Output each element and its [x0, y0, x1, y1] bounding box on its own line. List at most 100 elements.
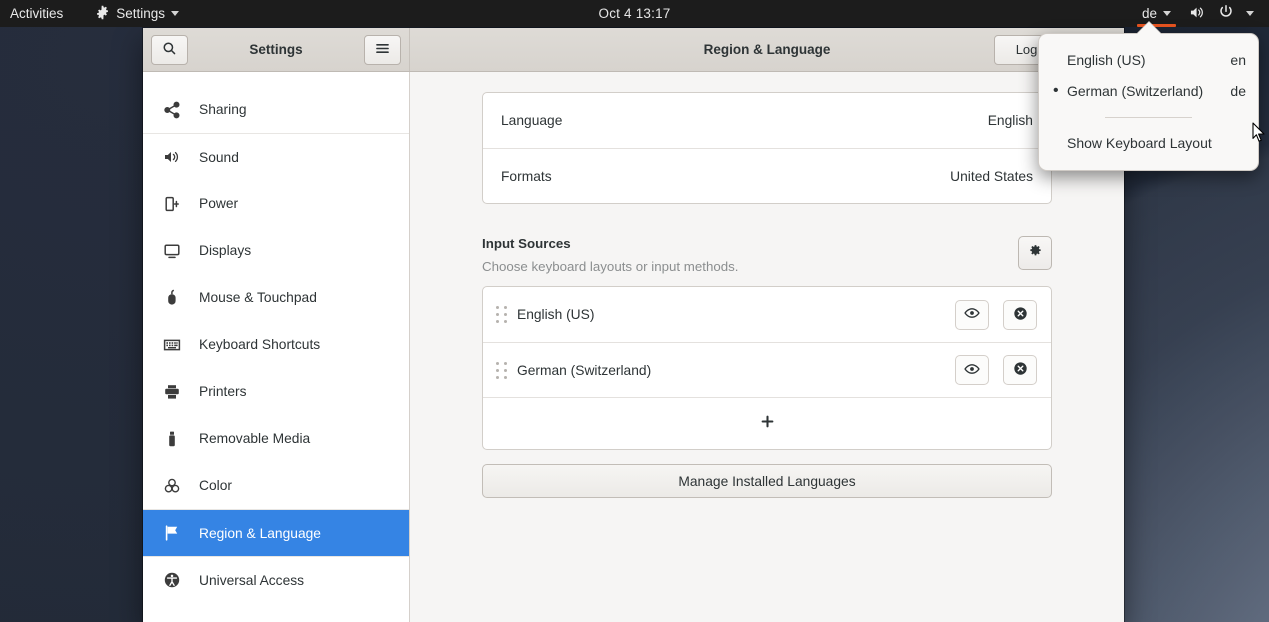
language-formats-card: Language English Formats United States — [482, 92, 1052, 204]
menu-item-label: English (US) — [1067, 52, 1222, 68]
input-source-options-button[interactable] — [1018, 236, 1052, 270]
flag-icon — [163, 524, 181, 542]
sidebar-headerbar: Settings — [143, 28, 410, 71]
formats-row[interactable]: Formats United States — [483, 148, 1051, 203]
sidebar-title: Settings — [188, 42, 364, 57]
menu-item-code: de — [1230, 83, 1246, 99]
sidebar-item-label: Printers — [199, 384, 247, 399]
eye-icon — [964, 307, 980, 322]
menu-item-label: German (Switzerland) — [1067, 83, 1222, 99]
sidebar-item-removable-media[interactable]: Removable Media — [143, 415, 409, 462]
plus-icon — [760, 414, 775, 434]
hamburger-menu-icon — [375, 42, 390, 58]
system-menu-button[interactable] — [1180, 0, 1263, 27]
sidebar-item-universal-access[interactable]: Universal Access — [143, 556, 409, 603]
sidebar-item-label: Sound — [199, 150, 239, 165]
preview-layout-button[interactable] — [955, 300, 989, 330]
keyboard-layout-menu[interactable]: English (US) en • German (Switzerland) d… — [1038, 33, 1259, 171]
region-language-pane: Language English Formats United States I… — [410, 72, 1124, 622]
menu-item-label: Show Keyboard Layout — [1067, 135, 1246, 151]
preview-layout-button[interactable] — [955, 355, 989, 385]
content-headerbar: Region & Language Login Screen — [410, 28, 1124, 71]
sidebar-item-mouse-touchpad[interactable]: Mouse & Touchpad — [143, 274, 409, 321]
menu-separator — [1105, 117, 1192, 118]
app-menu-label: Settings — [116, 6, 165, 21]
language-value: English — [988, 113, 1033, 128]
popup-arrow — [1137, 22, 1161, 34]
input-sources-subtitle: Choose keyboard layouts or input methods… — [482, 259, 1018, 274]
manage-installed-languages-button[interactable]: Manage Installed Languages — [482, 464, 1052, 498]
app-menu-button[interactable]: Settings — [86, 0, 188, 27]
input-source-label: German (Switzerland) — [517, 363, 941, 378]
window-headerbar: Settings Region & Language Login Screen — [143, 28, 1124, 72]
language-label: Language — [501, 113, 988, 128]
sidebar-item-online-accounts[interactable]: Online Accounts — [143, 72, 409, 86]
remove-input-source-button[interactable] — [1003, 300, 1037, 330]
sidebar-item-color[interactable]: Color — [143, 462, 409, 509]
sidebar-item-label: Sharing — [199, 102, 247, 117]
gear-icon — [1028, 243, 1043, 263]
menu-item-show-keyboard-layout[interactable]: Show Keyboard Layout — [1039, 128, 1258, 158]
sidebar-item-power[interactable]: Power — [143, 180, 409, 227]
input-source-row[interactable]: English (US) — [483, 287, 1051, 342]
mouse-icon — [163, 289, 181, 307]
gnome-top-bar: Activities Settings Oct 4 13:17 de — [0, 0, 1269, 27]
share-icon — [163, 101, 181, 119]
sidebar-item-label: Displays — [199, 243, 251, 258]
formats-label: Formats — [501, 169, 950, 184]
menu-item-german-switzerland[interactable]: • German (Switzerland) de — [1039, 75, 1258, 106]
settings-window: Settings Region & Language Login Screen — [143, 28, 1124, 622]
sidebar-item-label: Region & Language — [199, 526, 321, 541]
sidebar-item-keyboard-shortcuts[interactable]: Keyboard Shortcuts — [143, 321, 409, 368]
menu-item-code: en — [1230, 52, 1246, 68]
chevron-down-icon — [171, 11, 179, 16]
eye-icon — [964, 363, 980, 378]
add-input-source-button[interactable] — [483, 397, 1051, 449]
chevron-down-icon — [1246, 11, 1254, 16]
sidebar-item-label: Power — [199, 196, 238, 211]
keyboard-layout-label: de — [1142, 6, 1157, 21]
gear-icon — [95, 5, 110, 23]
input-sources-header: Input Sources Choose keyboard layouts or… — [482, 236, 1052, 274]
input-source-row[interactable]: German (Switzerland) — [483, 342, 1051, 397]
input-sources-title: Input Sources — [482, 236, 1018, 251]
sidebar-item-label: Removable Media — [199, 431, 310, 446]
sidebar-item-sharing[interactable]: Sharing — [143, 86, 409, 133]
language-row[interactable]: Language English — [483, 93, 1051, 148]
settings-sidebar[interactable]: Online Accounts Sharing — [143, 72, 410, 622]
mouse-cursor — [1252, 122, 1266, 148]
sidebar-item-printers[interactable]: Printers — [143, 368, 409, 415]
formats-value: United States — [950, 169, 1033, 184]
battery-icon — [163, 195, 181, 213]
sidebar-item-displays[interactable]: Displays — [143, 227, 409, 274]
search-button[interactable] — [151, 35, 188, 65]
search-icon — [162, 41, 177, 59]
clock[interactable]: Oct 4 13:17 — [599, 6, 671, 21]
drag-handle-icon[interactable] — [493, 306, 509, 324]
printer-icon — [163, 383, 181, 401]
sidebar-item-label: Color — [199, 478, 232, 493]
input-source-label: English (US) — [517, 307, 941, 322]
sidebar-item-label: Keyboard Shortcuts — [199, 337, 320, 352]
selected-bullet-icon: • — [1053, 83, 1067, 99]
color-circles-icon — [163, 477, 181, 495]
menu-item-english-us[interactable]: English (US) en — [1039, 44, 1258, 75]
activities-label: Activities — [10, 6, 63, 21]
activities-button[interactable]: Activities — [0, 0, 72, 27]
drag-handle-icon[interactable] — [493, 361, 509, 379]
sidebar-item-sound[interactable]: Sound — [143, 133, 409, 180]
chevron-down-icon — [1163, 11, 1171, 16]
remove-input-source-button[interactable] — [1003, 355, 1037, 385]
keyboard-icon — [163, 336, 181, 354]
accessibility-icon — [163, 571, 181, 589]
remove-circle-icon — [1013, 306, 1028, 324]
sidebar-item-label: Mouse & Touchpad — [199, 290, 317, 305]
sidebar-item-label: Universal Access — [199, 573, 304, 588]
sidebar-item-region-language[interactable]: Region & Language — [143, 509, 409, 556]
volume-high-icon — [1189, 5, 1206, 23]
manage-installed-languages-label: Manage Installed Languages — [678, 474, 855, 489]
main-menu-button[interactable] — [364, 35, 401, 65]
input-sources-list: English (US) — [482, 286, 1052, 450]
usb-drive-icon — [163, 430, 181, 448]
power-icon — [1218, 4, 1234, 23]
